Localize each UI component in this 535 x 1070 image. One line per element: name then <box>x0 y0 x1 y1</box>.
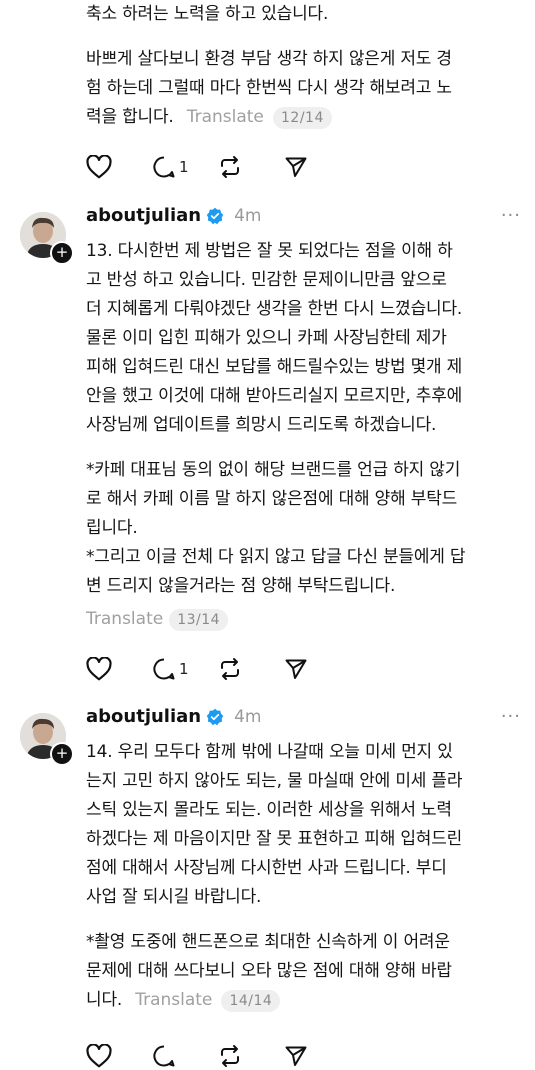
post-timestamp: 4m <box>234 706 262 727</box>
reply-button[interactable]: 1 <box>152 153 218 181</box>
heart-icon <box>86 155 112 179</box>
translate-link[interactable]: Translate <box>187 107 264 127</box>
comment-icon <box>153 156 175 178</box>
heart-icon <box>86 657 112 681</box>
reply-count: 1 <box>179 660 189 678</box>
repost-icon <box>221 1045 239 1067</box>
send-icon <box>285 157 307 177</box>
share-button[interactable] <box>284 153 350 181</box>
post-actions: 1 <box>86 655 350 683</box>
username-link[interactable]: aboutjulian <box>86 205 201 226</box>
send-icon <box>285 1046 307 1066</box>
like-button[interactable] <box>86 1042 152 1070</box>
page-counter-badge: 13/14 <box>169 608 229 631</box>
like-button[interactable] <box>86 153 152 181</box>
reply-button[interactable]: 1 <box>152 655 218 683</box>
post-paragraph: *카페 대표님 동의 없이 해당 브랜드를 언급 하지 않기 로 해서 카페 이… <box>86 460 466 596</box>
more-options-icon[interactable]: ··· <box>501 205 521 226</box>
verified-badge-icon <box>206 708 224 725</box>
repost-button[interactable] <box>218 153 284 181</box>
share-button[interactable] <box>284 655 350 683</box>
reply-button[interactable] <box>152 1042 218 1070</box>
send-icon <box>285 659 307 679</box>
verified-badge-icon <box>206 207 224 224</box>
post-actions: 1 <box>86 153 350 181</box>
page-counter-badge: 14/14 <box>221 990 281 1012</box>
translate-link[interactable]: Translate <box>135 990 212 1010</box>
post-header: aboutjulian 4m <box>86 205 262 226</box>
like-button[interactable] <box>86 655 152 683</box>
post-paragraph: 축소 하려는 노력을 하고 있습니다. <box>86 4 329 24</box>
repost-icon <box>221 658 239 680</box>
share-button[interactable] <box>284 1042 350 1070</box>
repost-icon <box>221 156 239 178</box>
post-paragraph: 13. 다시한번 제 방법은 잘 못 되었다는 점을 이해 하 고 반성 하고 … <box>86 241 463 435</box>
post-actions <box>86 1042 350 1070</box>
comment-icon <box>153 1045 175 1067</box>
post-paragraph: 14. 우리 모두다 함께 밖에 나갈때 오늘 미세 먼지 있 는지 고민 하지… <box>86 742 463 907</box>
username-link[interactable]: aboutjulian <box>86 706 201 727</box>
reply-count: 1 <box>179 158 189 176</box>
repost-button[interactable] <box>218 1042 284 1070</box>
follow-plus-icon[interactable]: + <box>50 241 74 265</box>
translate-link[interactable]: Translate <box>86 605 163 634</box>
post-timestamp: 4m <box>234 205 262 226</box>
more-options-icon[interactable]: ··· <box>501 706 521 727</box>
comment-icon <box>153 658 175 680</box>
heart-icon <box>86 1044 112 1068</box>
page-counter-badge: 12/14 <box>273 107 332 129</box>
repost-button[interactable] <box>218 655 284 683</box>
post-header: aboutjulian 4m <box>86 706 262 727</box>
follow-plus-icon[interactable]: + <box>50 742 74 766</box>
post-paragraph: 바쁘게 살다보니 환경 부담 생각 하지 않은게 저도 경 험 하는데 그럴때 … <box>86 49 452 127</box>
thread-feed: 축소 하려는 노력을 하고 있습니다. 바쁘게 살다보니 환경 부담 생각 하지… <box>0 0 535 1070</box>
